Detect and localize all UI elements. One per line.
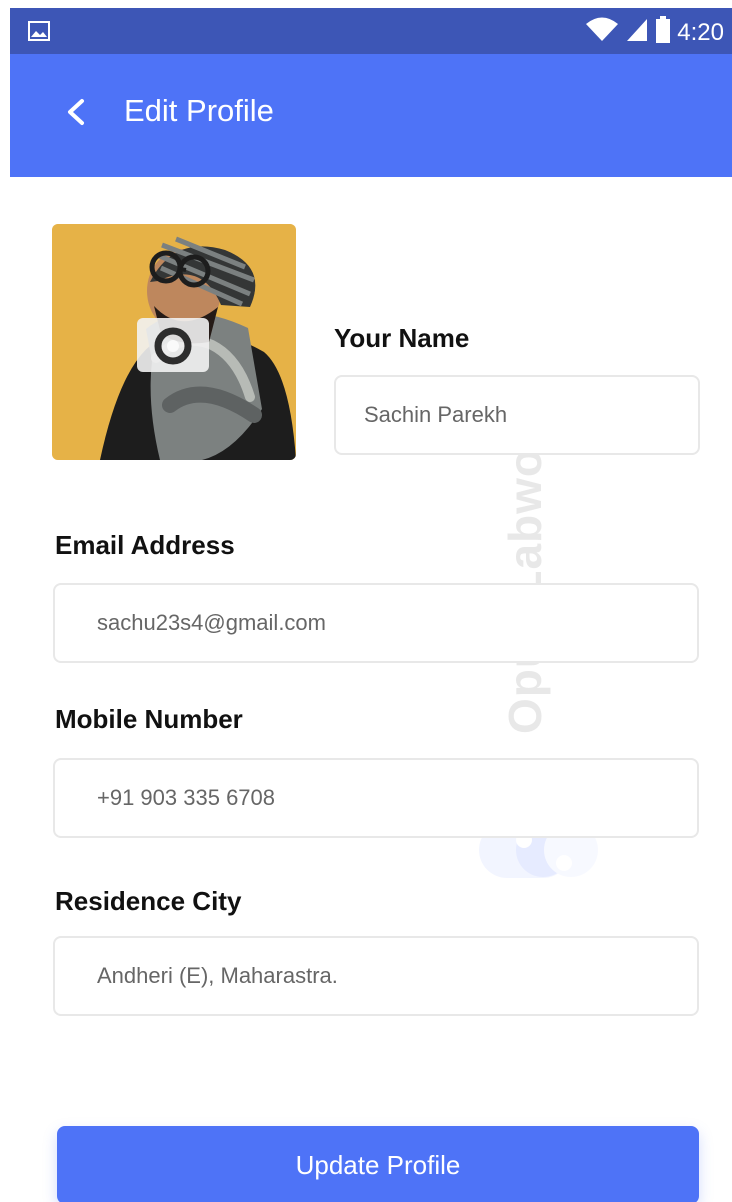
mobile-input[interactable] — [55, 785, 697, 811]
status-time: 4:20 — [677, 18, 724, 46]
wifi-icon — [585, 17, 619, 48]
update-profile-button[interactable]: Update Profile — [57, 1126, 699, 1202]
name-label: Your Name — [334, 323, 470, 353]
city-input[interactable] — [55, 963, 697, 989]
change-photo-button[interactable] — [137, 318, 209, 372]
battery-icon — [655, 16, 671, 49]
status-bar: 4:20 — [10, 8, 732, 54]
name-input[interactable] — [336, 402, 698, 428]
mobile-field[interactable] — [53, 758, 699, 838]
camera-icon — [137, 327, 209, 376]
email-field[interactable] — [53, 583, 699, 663]
city-field[interactable] — [53, 936, 699, 1016]
name-field[interactable] — [334, 375, 700, 455]
app-bar — [10, 54, 732, 177]
signal-icon — [625, 17, 649, 48]
edit-profile-screen: 4:20 Edit Profile Opus Labworks Your Nam… — [10, 0, 732, 1202]
image-icon — [28, 21, 50, 41]
email-label: Email Address — [55, 530, 235, 560]
chevron-left-icon[interactable] — [64, 98, 88, 126]
status-icons: 4:20 — [585, 16, 724, 49]
city-label: Residence City — [55, 886, 242, 916]
mobile-label: Mobile Number — [55, 704, 243, 734]
page-title: Edit Profile — [124, 93, 274, 128]
email-input[interactable] — [55, 610, 697, 636]
